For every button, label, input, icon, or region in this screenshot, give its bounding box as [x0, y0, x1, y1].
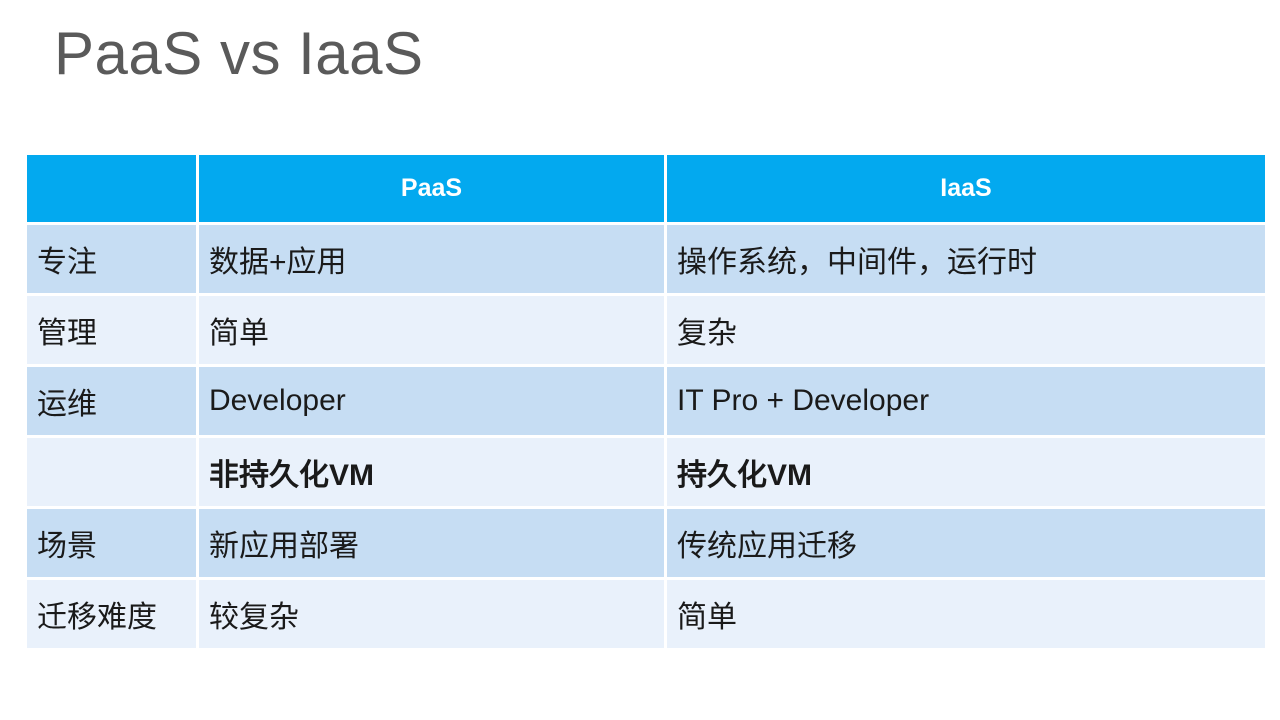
row-paas-value: Developer	[199, 367, 667, 438]
row-label: 专注	[27, 225, 199, 296]
table-header-row: PaaS IaaS	[27, 155, 1265, 225]
row-paas-value: 数据+应用	[199, 225, 667, 296]
row-label	[27, 438, 199, 509]
row-label: 场景	[27, 509, 199, 580]
column-header-iaas: IaaS	[667, 155, 1265, 225]
row-label: 迁移难度	[27, 580, 199, 648]
table-row: 场景 新应用部署 传统应用迁移	[27, 509, 1265, 580]
row-iaas-value: 简单	[667, 580, 1265, 648]
column-header-paas: PaaS	[199, 155, 667, 225]
row-iaas-value-highlight: 持久化VM	[667, 438, 1265, 509]
table-row: 专注 数据+应用 操作系统，中间件，运行时	[27, 225, 1265, 296]
row-paas-value: 新应用部署	[199, 509, 667, 580]
comparison-table: PaaS IaaS 专注 数据+应用 操作系统，中间件，运行时 管理 简单 复杂…	[27, 155, 1265, 648]
table-row: 迁移难度 较复杂 简单	[27, 580, 1265, 648]
comparison-table-container: PaaS IaaS 专注 数据+应用 操作系统，中间件，运行时 管理 简单 复杂…	[27, 155, 1265, 648]
column-header-category	[27, 155, 199, 225]
table-row-highlight: 非持久化VM 持久化VM	[27, 438, 1265, 509]
row-iaas-value: 操作系统，中间件，运行时	[667, 225, 1265, 296]
row-iaas-value: IT Pro + Developer	[667, 367, 1265, 438]
row-label: 管理	[27, 296, 199, 367]
row-paas-value-highlight: 非持久化VM	[199, 438, 667, 509]
row-paas-value: 简单	[199, 296, 667, 367]
table-body: 专注 数据+应用 操作系统，中间件，运行时 管理 简单 复杂 运维 Develo…	[27, 225, 1265, 648]
table-header: PaaS IaaS	[27, 155, 1265, 225]
page-title: PaaS vs IaaS	[54, 20, 424, 87]
row-paas-value: 较复杂	[199, 580, 667, 648]
table-row: 管理 简单 复杂	[27, 296, 1265, 367]
row-iaas-value: 复杂	[667, 296, 1265, 367]
slide: PaaS vs IaaS PaaS IaaS 专注 数据+应用 操作系统，中间件…	[0, 0, 1280, 720]
table-row: 运维 Developer IT Pro + Developer	[27, 367, 1265, 438]
row-label: 运维	[27, 367, 199, 438]
row-iaas-value: 传统应用迁移	[667, 509, 1265, 580]
